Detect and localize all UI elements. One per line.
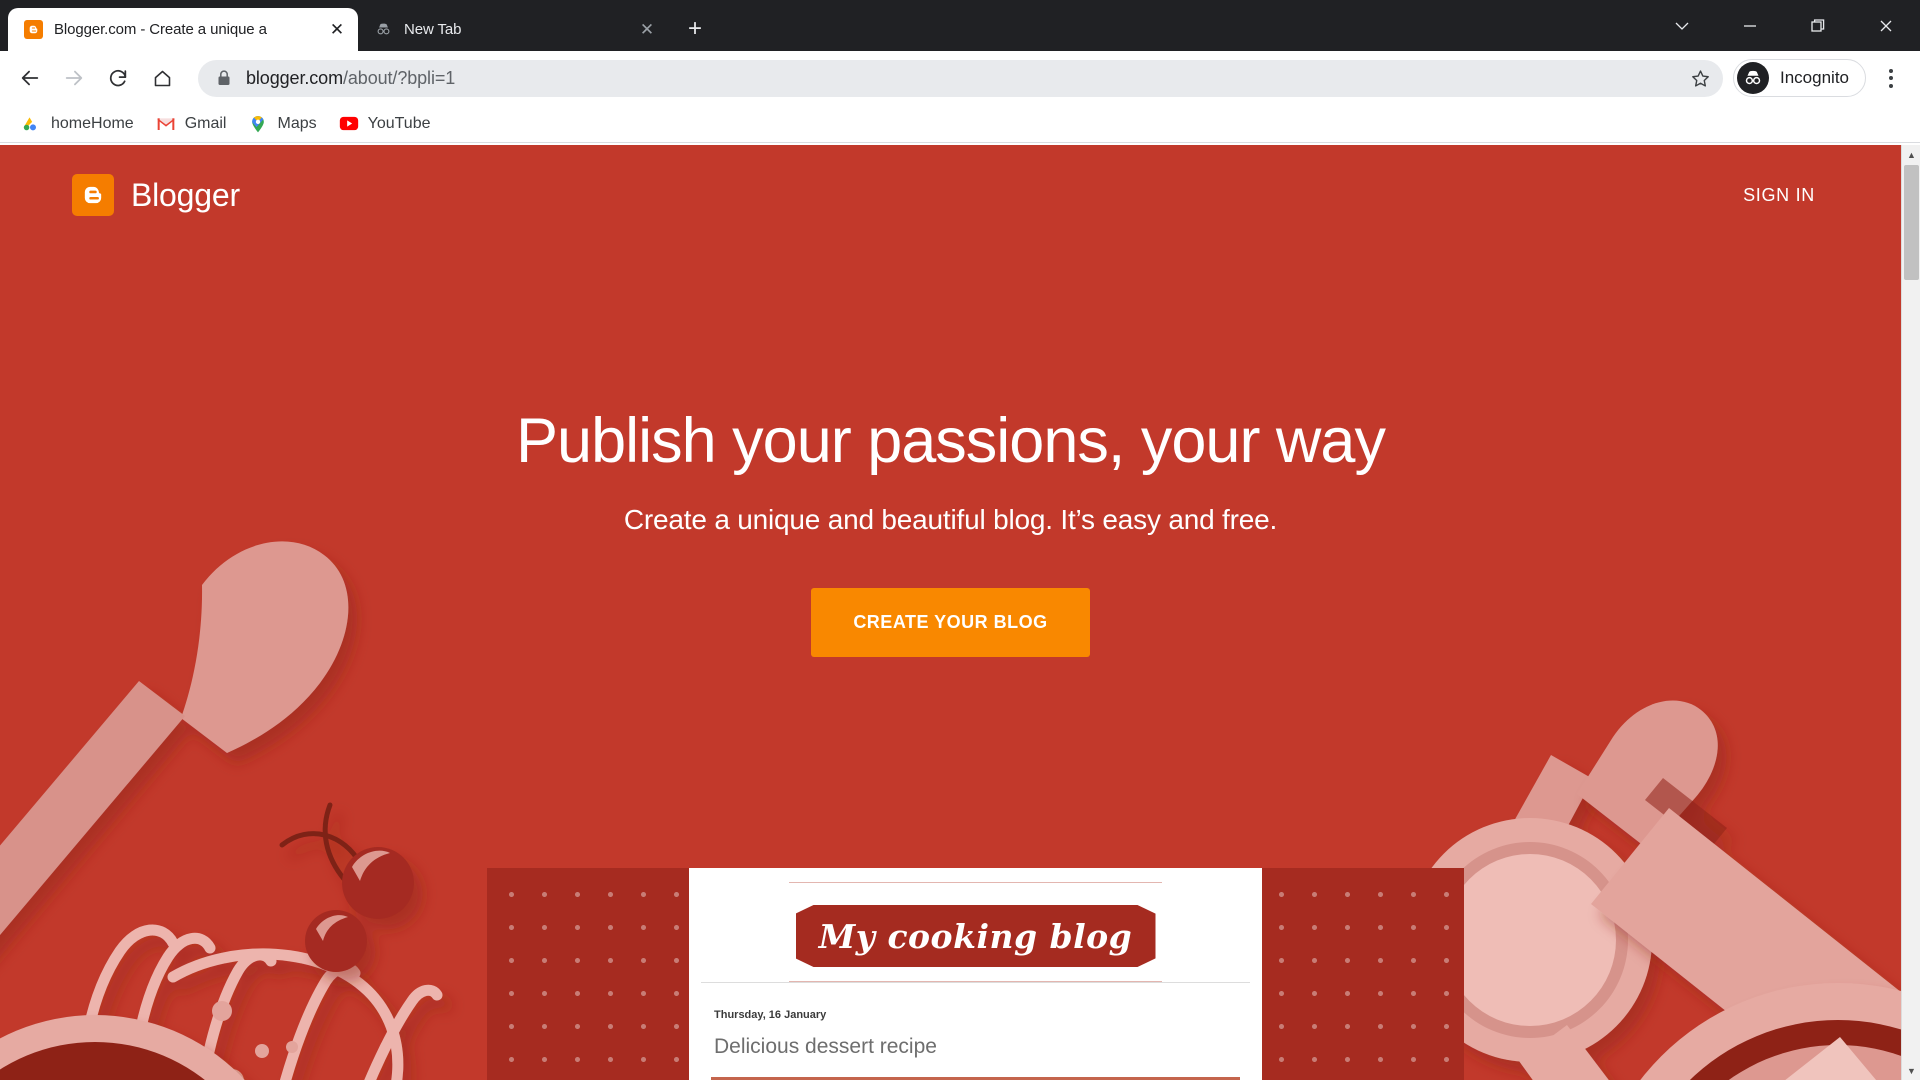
mockup-blog-title: My cooking blog <box>818 916 1133 956</box>
back-icon[interactable] <box>10 58 50 98</box>
divider <box>789 882 1162 883</box>
bookmark-gmail[interactable]: Gmail <box>146 109 237 139</box>
url-path: /about/?bpli=1 <box>342 67 456 88</box>
close-icon[interactable]: ✕ <box>636 19 658 41</box>
close-icon[interactable]: ✕ <box>326 19 348 41</box>
blogger-navbar: Blogger SIGN IN <box>0 145 1901 245</box>
page-scrollbar[interactable]: ▲ ▼ <box>1901 145 1920 1080</box>
whisk-icon <box>76 924 443 1080</box>
page-title: Publish your passions, your way <box>516 406 1386 476</box>
chevron-down-icon[interactable] <box>1648 0 1716 51</box>
mixing-bowl-icon <box>0 1015 245 1080</box>
tab-title: Blogger.com - Create a unique a <box>54 21 267 38</box>
plate-icon <box>1640 983 1901 1080</box>
reload-icon[interactable] <box>98 58 138 98</box>
scroll-up-arrow[interactable]: ▲ <box>1902 145 1920 164</box>
create-your-blog-button[interactable]: CREATE YOUR BLOG <box>811 588 1090 658</box>
tab-strip: Blogger.com - Create a unique a ✕ New Ta… <box>0 0 1920 51</box>
mockup-blog-banner: My cooking blog <box>795 905 1156 967</box>
incognito-label: Incognito <box>1780 68 1849 87</box>
url-text: blogger.com/about/?bpli=1 <box>246 68 455 89</box>
rolling-pin-icon <box>1577 700 1901 1080</box>
mockup-post-date: Thursday, 16 January <box>714 1009 827 1021</box>
lock-icon <box>216 69 232 87</box>
cherries-icon <box>279 802 414 972</box>
bookmark-label: homeHome <box>51 114 134 132</box>
blog-preview-mockup: My cooking blog Thursday, 16 January Del… <box>487 868 1464 1080</box>
address-bar[interactable]: blogger.com/about/?bpli=1 <box>198 59 1723 97</box>
tab-title: New Tab <box>404 21 462 38</box>
scroll-down-arrow[interactable]: ▼ <box>1902 1061 1920 1080</box>
mockup-post-title: Delicious dessert recipe <box>714 1035 937 1058</box>
maps-icon <box>248 114 268 134</box>
url-domain: blogger.com <box>246 67 343 88</box>
divider <box>701 982 1250 983</box>
browser-menu-button[interactable] <box>1872 59 1910 97</box>
mockup-left-panel <box>487 868 694 1080</box>
maximize-button[interactable] <box>1784 0 1852 51</box>
tab-new-tab[interactable]: New Tab ✕ <box>358 8 668 51</box>
window-controls <box>1648 0 1920 51</box>
bookmark-home[interactable]: homeHome <box>12 109 144 139</box>
bookmark-label: Maps <box>277 114 317 132</box>
minimize-button[interactable] <box>1716 0 1784 51</box>
bookmark-youtube[interactable]: YouTube <box>329 109 441 139</box>
bookmark-label: YouTube <box>367 114 431 132</box>
close-window-button[interactable] <box>1852 0 1920 51</box>
youtube-icon <box>339 114 359 134</box>
page-viewport: Blogger SIGN IN Publish your passions, y… <box>0 145 1920 1080</box>
bookmark-label: Gmail <box>184 114 227 132</box>
blogger-about-page: Blogger SIGN IN Publish your passions, y… <box>0 145 1901 1080</box>
incognito-profile-button[interactable]: Incognito <box>1733 59 1866 97</box>
page-subtitle: Create a unique and beautiful blog. It’s… <box>623 504 1278 536</box>
browser-window: Blogger.com - Create a unique a ✕ New Ta… <box>0 0 1920 1080</box>
mockup-right-panel <box>1257 868 1464 1080</box>
bookmarks-bar: homeHome Gmail Maps YouTube <box>0 105 1920 143</box>
scrollbar-thumb[interactable] <box>1904 165 1919 280</box>
tab-blogger[interactable]: Blogger.com - Create a unique a ✕ <box>8 8 358 51</box>
browser-toolbar: blogger.com/about/?bpli=1 Incognito <box>0 51 1920 105</box>
google-home-icon <box>22 114 42 134</box>
blogger-logo-icon[interactable] <box>72 174 114 216</box>
home-icon[interactable] <box>142 58 182 98</box>
new-tab-button[interactable]: + <box>678 12 712 46</box>
sign-in-button[interactable]: SIGN IN <box>1729 175 1829 216</box>
flour-specks-icon <box>195 1001 298 1080</box>
blogger-wordmark: Blogger <box>131 176 240 213</box>
bookmark-star-icon[interactable] <box>1683 61 1717 95</box>
incognito-avatar-icon <box>1737 62 1769 94</box>
mockup-blog-card: My cooking blog Thursday, 16 January Del… <box>689 868 1262 1080</box>
blogger-icon <box>24 20 43 39</box>
gmail-icon <box>156 114 176 134</box>
incognito-icon <box>374 20 393 39</box>
bookmark-maps[interactable]: Maps <box>238 109 326 139</box>
forward-icon[interactable] <box>54 58 94 98</box>
